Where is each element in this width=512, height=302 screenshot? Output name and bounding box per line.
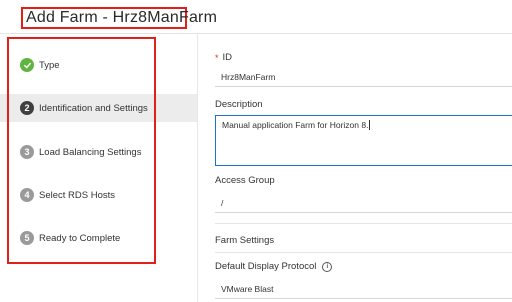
page-title: Add Farm - Hrz8ManFarm [26, 9, 218, 26]
panel-divider [197, 34, 198, 302]
access-group-label: Access Group [215, 175, 275, 186]
text-caret [369, 120, 371, 130]
id-field[interactable]: Hrz8ManFarm [215, 67, 512, 87]
step-load-balancing-settings[interactable]: 3 Load Balancing Settings [0, 138, 197, 166]
step-number-badge: 5 [20, 231, 34, 245]
display-protocol-label: Default Display Protocol i [215, 261, 333, 272]
info-icon[interactable]: i [322, 261, 333, 272]
step-number-badge: 4 [20, 188, 34, 202]
wizard-title-highlight: Add Farm - Hrz8ManFarm [21, 7, 217, 29]
access-group-field[interactable]: / [215, 193, 512, 213]
check-icon [20, 58, 34, 72]
step-label: Type [39, 59, 60, 71]
wizard-steps-panel: Type 2 Identification and Settings 3 Loa… [0, 34, 197, 302]
section-divider [215, 223, 512, 224]
step-label: Select RDS Hosts [39, 189, 116, 201]
section-divider [215, 252, 512, 253]
display-protocol-select[interactable]: VMware Blast [215, 279, 512, 299]
step-type[interactable]: Type [0, 51, 197, 79]
description-label: Description [215, 99, 263, 110]
farm-settings-heading: Farm Settings [215, 235, 275, 246]
id-label: * ID [215, 52, 233, 63]
step-label: Ready to Complete [39, 232, 121, 244]
step-number-badge: 2 [20, 101, 34, 115]
step-identification-and-settings[interactable]: 2 Identification and Settings [0, 94, 197, 122]
required-marker: * [215, 52, 219, 63]
step-label: Identification and Settings [39, 102, 148, 114]
identification-form: * ID Hrz8ManFarm Description Manual appl… [215, 34, 512, 302]
description-textarea[interactable]: Manual application Farm for Horizon 8. [215, 115, 512, 166]
step-number-badge: 3 [20, 145, 34, 159]
step-label: Load Balancing Settings [39, 146, 142, 158]
step-ready-to-complete[interactable]: 5 Ready to Complete [0, 224, 197, 252]
step-select-rds-hosts[interactable]: 4 Select RDS Hosts [0, 181, 197, 209]
